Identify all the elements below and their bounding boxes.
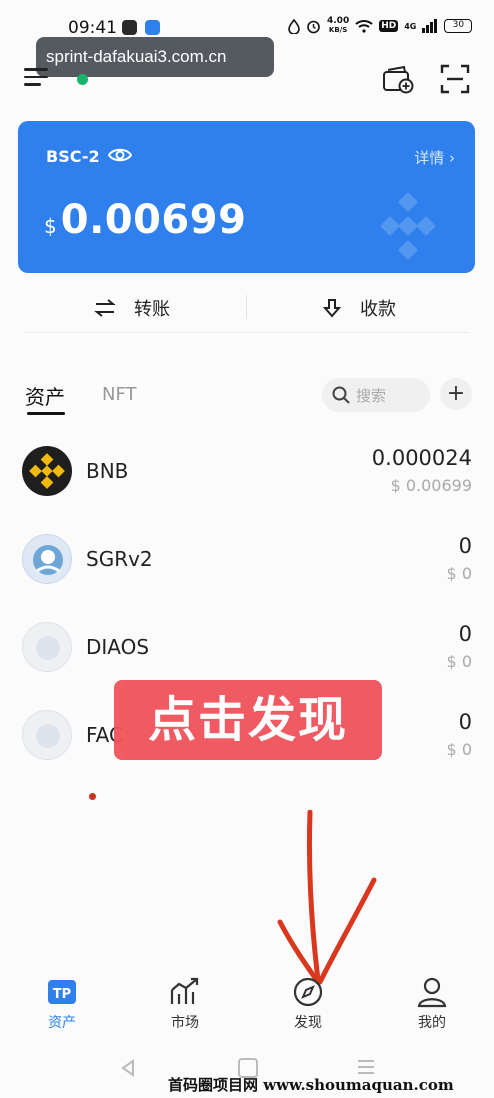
hd-badge: HD: [379, 20, 399, 32]
transfer-button[interactable]: 转账: [94, 283, 170, 333]
battery-icon: 30: [444, 19, 473, 33]
diaos-logo-icon: [22, 622, 72, 672]
annotation-dot: [89, 793, 96, 800]
token-amount: 0.000024: [371, 446, 472, 470]
receive-label: 收款: [360, 299, 396, 320]
nav-label-profile: 我的: [418, 1015, 446, 1031]
wallet-card[interactable]: BSC-2 详情 › $ 0.00699: [18, 121, 475, 273]
status-bar: 09:41 4.00 KB/S HD 4G 30: [0, 0, 494, 40]
net-speed-value: 4.00: [327, 16, 350, 26]
water-drop-icon: [288, 18, 300, 34]
status-time: 09:41: [68, 18, 117, 38]
market-chart-icon: [170, 977, 199, 1004]
nav-item-assets[interactable]: TP 资产: [22, 968, 102, 1040]
token-name: SGRv2: [86, 547, 153, 571]
nav-item-discover[interactable]: 发现: [268, 968, 348, 1040]
alarm-icon: [307, 20, 320, 33]
search-placeholder: 搜索: [356, 386, 387, 405]
net-speed-unit: KB/S: [328, 26, 348, 34]
eye-icon[interactable]: [108, 146, 132, 164]
wallet-chain-name: BSC-2: [46, 147, 100, 166]
token-value: $ 0: [446, 740, 472, 759]
token-value: $ 0: [446, 652, 472, 671]
app-notification-icon: [145, 20, 160, 35]
scan-icon[interactable]: [440, 64, 470, 94]
nav-item-profile[interactable]: 我的: [392, 968, 472, 1040]
search-input[interactable]: 搜索: [322, 378, 430, 412]
details-link[interactable]: 详情 ›: [414, 147, 455, 168]
action-divider: [246, 295, 247, 319]
tab-assets[interactable]: 资产: [25, 381, 65, 410]
profile-icon: [417, 977, 447, 1008]
wallet-balance: $ 0.00699: [44, 197, 246, 243]
status-indicators: 4.00 KB/S HD 4G 30: [288, 17, 473, 35]
svg-text:TP: TP: [53, 987, 71, 1002]
transfer-label: 转账: [134, 299, 170, 320]
nav-label-market: 市场: [171, 1015, 199, 1031]
token-name: BNB: [86, 459, 129, 483]
bottom-nav: TP 资产 市场 发现 我的: [0, 968, 494, 1040]
token-value: $ 0.00699: [390, 476, 472, 495]
tab-nft[interactable]: NFT: [102, 384, 137, 405]
sgrv2-logo-icon: [22, 534, 72, 584]
search-icon: [332, 386, 350, 404]
wallet-actions: 转账 收款: [24, 283, 470, 333]
tab-active-indicator: [27, 412, 65, 415]
wallet-add-icon[interactable]: [382, 64, 414, 94]
nav-item-market[interactable]: 市场: [145, 968, 225, 1040]
annotation-arrow-icon: [277, 810, 377, 985]
notification-icons: [122, 20, 160, 35]
token-amount: 0: [458, 622, 472, 646]
token-amount: 0: [458, 710, 472, 734]
site-watermark: 首码圈项目网 www.shoumaquan.com: [168, 1076, 454, 1094]
app-notification-icon: [122, 20, 137, 35]
receive-button[interactable]: 收款: [322, 283, 396, 333]
token-row[interactable]: SGRv2 0 $ 0: [0, 514, 494, 602]
fac-logo-icon: [22, 710, 72, 760]
token-amount: 0: [458, 534, 472, 558]
system-back-icon[interactable]: [118, 1058, 138, 1078]
token-value: $ 0: [446, 564, 472, 583]
bnb-logo-icon: [22, 446, 72, 496]
url-overlay: sprint-dafakuai3.com.cn: [36, 37, 274, 77]
add-token-button[interactable]: +: [440, 378, 472, 410]
currency-symbol: $: [44, 214, 57, 238]
nav-label-assets: 资产: [48, 1015, 76, 1031]
nav-label-discover: 发现: [294, 1015, 322, 1031]
bnb-watermark-icon: [380, 192, 436, 260]
balance-amount: 0.00699: [60, 197, 247, 243]
signal-badge: 4G: [404, 21, 417, 31]
signal-icon: [422, 19, 438, 33]
menu-icon[interactable]: [24, 68, 48, 88]
compass-icon: [293, 977, 323, 1007]
wifi-icon: [355, 20, 373, 33]
net-speed: 4.00 KB/S: [327, 17, 349, 35]
annotation-banner: 点击发现: [114, 680, 382, 760]
token-row[interactable]: DIAOS 0 $ 0: [0, 602, 494, 690]
tp-wallet-icon: TP: [48, 980, 76, 1004]
token-row[interactable]: BNB 0.000024 $ 0.00699: [0, 426, 494, 514]
transfer-icon: [94, 299, 116, 317]
online-status-dot: [77, 74, 88, 85]
receive-icon: [322, 299, 342, 318]
token-name: DIAOS: [86, 635, 150, 659]
